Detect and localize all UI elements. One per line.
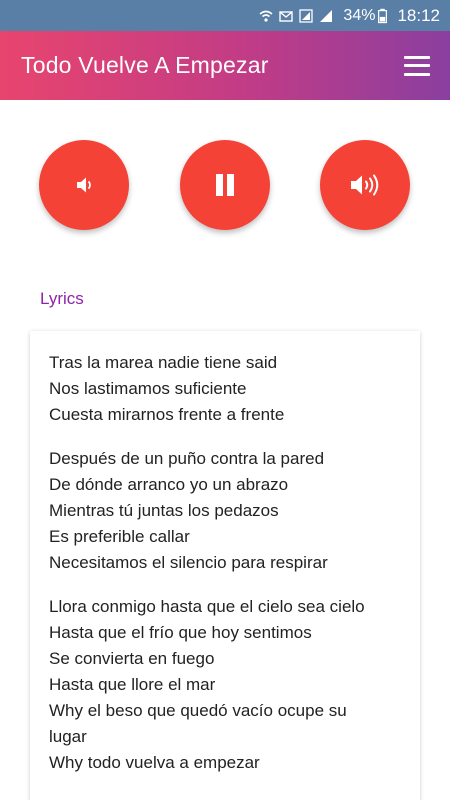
- status-icons: [259, 8, 333, 23]
- battery-percent: 34%: [343, 6, 376, 24]
- lyric-line: Hasta que el frío que hoy sentimos: [49, 623, 312, 642]
- lyric-line: Necesitamos el silencio para respirar: [49, 553, 328, 572]
- lyrics-heading: Lyrics: [40, 289, 84, 308]
- lyric-line: De dónde arranco yo un abrazo: [49, 475, 289, 494]
- playback-controls: [0, 140, 450, 232]
- pause-icon: [216, 174, 234, 196]
- lyric-line: Después de un puño contra la pared: [49, 449, 325, 468]
- clock: 18:12: [397, 5, 440, 25]
- lyric-line: Why todo vuelva a empezar: [49, 753, 260, 772]
- stanza: Tras la marea nadie tiene said Nos lasti…: [49, 350, 401, 428]
- lyric-line: lugar: [49, 727, 87, 746]
- wifi-icon: [259, 10, 273, 22]
- lyric-line: Es preferible callar: [49, 527, 190, 546]
- menu-line: [404, 72, 430, 76]
- lyric-line: Tras la marea nadie tiene said: [49, 353, 278, 372]
- lyrics-card[interactable]: Tras la marea nadie tiene said Nos lasti…: [30, 331, 420, 800]
- lyric-line: Mientras tú juntas los pedazos: [49, 501, 279, 520]
- stanza: Llora conmigo hasta que el cielo sea cie…: [49, 594, 401, 776]
- pause-button[interactable]: [180, 140, 270, 230]
- mail-icon: [279, 10, 294, 22]
- lyric-line: Hasta que llore el mar: [49, 675, 216, 694]
- lyric-line: Why el beso que quedó vacío ocupe su: [49, 701, 347, 720]
- hamburger-menu-icon[interactable]: [404, 55, 430, 76]
- lyric-line: Llora conmigo hasta que el cielo sea cie…: [49, 597, 365, 616]
- volume-low-icon: [77, 177, 91, 193]
- lyric-line: Se convierta en fuego: [49, 649, 215, 668]
- app-bar: Todo Vuelve A Empezar: [0, 31, 450, 100]
- volume-down-button[interactable]: [39, 140, 129, 230]
- battery-icon: [378, 8, 388, 23]
- menu-line: [404, 64, 430, 67]
- page-title: Todo Vuelve A Empezar: [21, 52, 269, 78]
- status-bar: 34% 18:12: [0, 0, 450, 31]
- signal-icon: [299, 8, 314, 23]
- lyric-line: Nos lastimamos suficiente: [49, 379, 247, 398]
- lyric-line: Cuesta mirarnos frente a frente: [49, 405, 285, 424]
- signal-bars-icon: [320, 9, 333, 22]
- volume-high-icon: [351, 174, 379, 196]
- volume-up-button[interactable]: [320, 140, 410, 230]
- menu-line: [404, 55, 430, 59]
- stanza: Después de un puño contra la pared De dó…: [49, 446, 401, 576]
